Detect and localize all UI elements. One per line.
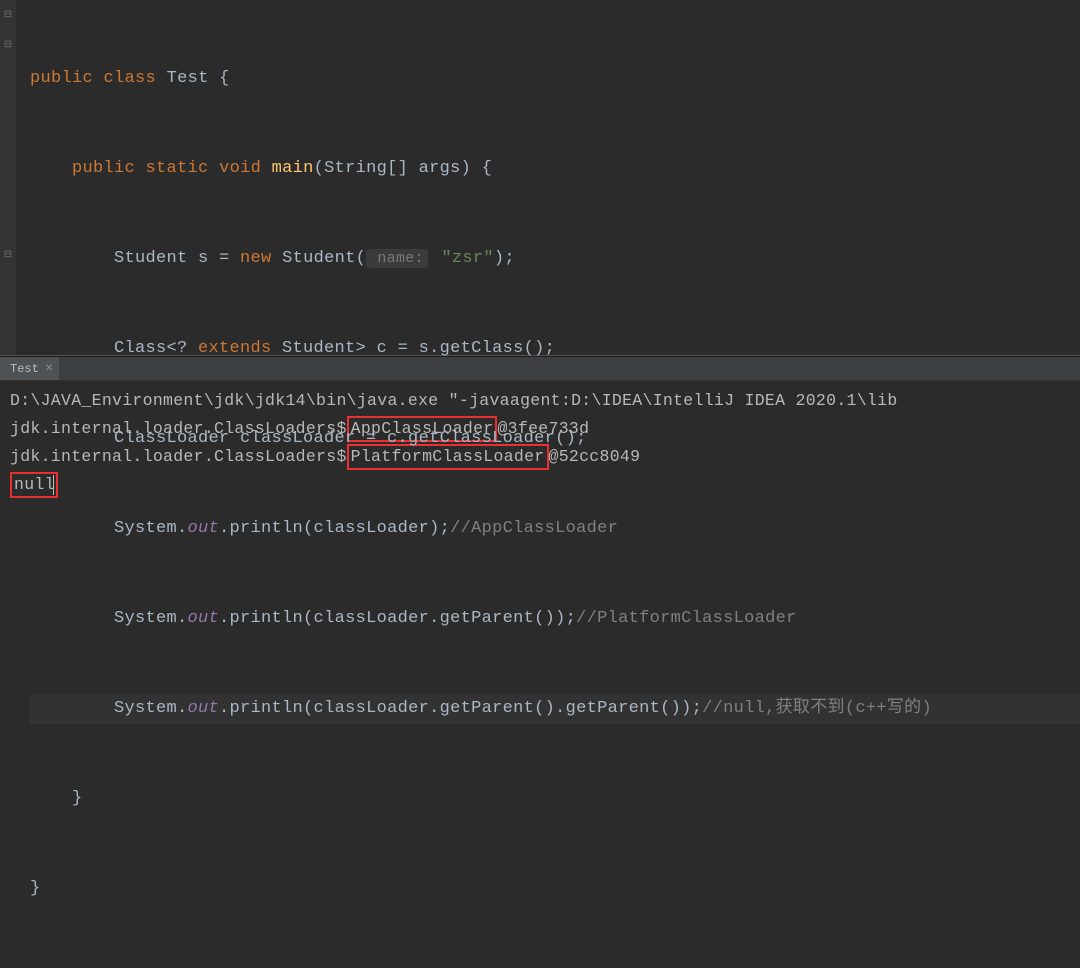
code-line: System.out.println(classLoader);//AppCla… bbox=[30, 514, 1080, 544]
code-line: Class<? extends Student> c = s.getClass(… bbox=[30, 334, 1080, 364]
code-line: ClassLoader classLoader = c.getClassLoad… bbox=[30, 424, 1080, 454]
param-hint: name: bbox=[366, 249, 428, 268]
code-line: public static void main(String[] args) { bbox=[30, 154, 1080, 184]
code-line: } bbox=[30, 784, 1080, 814]
fold-icon[interactable]: ⊟ bbox=[0, 0, 16, 30]
fold-icon[interactable]: ⊟ bbox=[0, 240, 16, 270]
code-line: } bbox=[30, 874, 1080, 904]
code-area[interactable]: public class Test { public static void m… bbox=[0, 0, 1080, 968]
code-line: Student s = new Student( name: "zsr"); bbox=[30, 244, 1080, 274]
code-line: public class Test { bbox=[30, 64, 1080, 94]
code-line: System.out.println(classLoader.getParent… bbox=[30, 604, 1080, 634]
code-editor[interactable]: ⊟ ⊟ ⊟ public class Test { public static … bbox=[0, 0, 1080, 355]
fold-icon[interactable]: ⊟ bbox=[0, 30, 16, 60]
code-line: System.out.println(classLoader.getParent… bbox=[30, 694, 1080, 724]
editor-gutter: ⊟ ⊟ ⊟ bbox=[0, 0, 16, 355]
